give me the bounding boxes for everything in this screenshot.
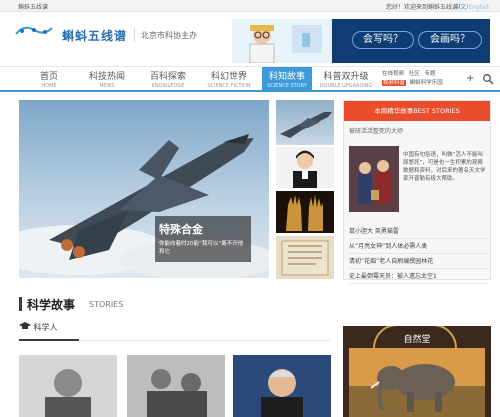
nav-item-knowledge[interactable]: 百科探索 KNOWLEDGE <box>142 67 194 91</box>
nav-sub-links: 在线视频 社区 专题 视频科普 蝌蚪科学乐园 <box>382 70 464 88</box>
banner-cartoon <box>232 19 332 63</box>
section-marker <box>19 297 22 311</box>
hero-caption[interactable]: 特殊合金 你能向着时20能“我可以”离不开他和它 <box>155 216 251 262</box>
top-bar: 蝌蚪五线谱 您好！欢迎来到蝌蚪五线谱！ 中文/English <box>0 0 500 12</box>
best-stories-panel: 本周精华故事BEST STORIES 被研活活整死的大师 中国有句俗语，叫做“活… <box>343 100 491 284</box>
list-item[interactable]: 清初“花痴”老人自刷编撰园林花 <box>349 254 487 269</box>
nature-hall-label: 自然堂 <box>403 335 431 345</box>
nav-label-en: NEWS <box>99 83 115 89</box>
banner-pill-draw: 会画吗？ <box>418 31 482 49</box>
nav-sub-topics[interactable]: 专题 <box>425 71 436 77</box>
nav-label-en: SCIENCE FICTION <box>207 83 251 89</box>
nav-sub-science-park[interactable]: 蝌蚪科学乐园 <box>410 80 443 86</box>
nav-label: 科技热闻 <box>88 72 125 82</box>
tab-scientists[interactable]: 科学人 <box>19 322 58 334</box>
nav-item-science-story[interactable]: 科知故事 SCIENCE STORY <box>262 67 312 91</box>
panel-story-list: 鼠小胆大 英勇猫雷 从“月亮女神”到人体必需人类 清初“花痴”老人自刷编撰园林花… <box>349 224 487 284</box>
list-item[interactable]: 鼠小胆大 英勇猫雷 <box>349 224 487 239</box>
graduation-cap-icon <box>19 322 31 329</box>
nav-sub-community[interactable]: 社区 <box>409 71 420 77</box>
thumbnail-manuscript[interactable] <box>276 236 334 279</box>
site-name[interactable]: 蝌蚪五线谱 <box>18 2 48 11</box>
section-title-en: STORIES <box>89 300 124 309</box>
list-item[interactable]: 史上最倒霉天员：被人遗忘太空1 <box>349 269 487 284</box>
list-item[interactable]: 从“月亮女神”到人体必需人类 <box>349 239 487 254</box>
nav-sub-online-video[interactable]: 在线视频 <box>382 71 404 77</box>
lang-en-link[interactable]: English <box>468 4 490 11</box>
banner-pill-write: 会写吗？ <box>352 31 414 49</box>
language-switch[interactable]: 中文/English <box>454 2 490 11</box>
nature-hall-card[interactable]: 自然堂 <box>343 326 491 417</box>
nav-label-en: KNOWLEDGE <box>151 83 185 89</box>
tab-label: 科学人 <box>33 323 58 332</box>
thumbnail-jet[interactable] <box>276 100 334 145</box>
hero-desc: 你能向着时20能“我可以”离不开他和它 <box>159 241 244 255</box>
hero-title[interactable]: 特殊合金 <box>159 221 247 237</box>
scientist-photo[interactable] <box>19 355 117 417</box>
nav-item-home[interactable]: 首页 HOME <box>30 67 68 91</box>
section-title: 科学故事 <box>27 298 76 312</box>
scientist-photo[interactable] <box>233 355 331 417</box>
hero-slide[interactable]: 特殊合金 你能向着时20能“我可以”离不开他和它 <box>19 100 269 278</box>
plus-icon[interactable]: + <box>466 73 474 84</box>
nav-label: 首页 <box>39 72 58 82</box>
search-icon[interactable] <box>482 73 494 85</box>
nav-label: 百科探索 <box>149 72 186 82</box>
thumbnail-portrait[interactable] <box>276 147 334 188</box>
nav-label: 科幻世界 <box>210 72 247 82</box>
logo-text[interactable]: 蝌蚪五线谱 <box>62 27 127 44</box>
panel-subtitle[interactable]: 被研活活整死的大师 <box>349 126 403 135</box>
panel-description: 中国有句俗语，叫做“活人不能叫尿憋死”，可是也一生积累的观察数据和资料，对后来的… <box>403 152 486 182</box>
thumbnail-hands[interactable] <box>276 191 334 233</box>
main-nav: 首页 HOME 科技热闻 NEWS 百科探索 KNOWLEDGE 科幻世界 SC… <box>0 66 500 92</box>
organizer-text: 北京市科协主办 <box>141 31 197 40</box>
scientist-photo[interactable] <box>127 355 225 417</box>
nav-label: 科普双升级 <box>323 72 369 82</box>
nav-label: 科知故事 <box>268 72 305 82</box>
panel-painting[interactable] <box>349 146 399 212</box>
nav-item-double-upgrading[interactable]: 科普双升级 DOUBLE UPGRADING <box>316 67 376 91</box>
lang-cn-link[interactable]: 中文 <box>454 4 466 11</box>
nav-sub-video-science[interactable]: 视频科普 <box>382 80 407 86</box>
nav-label-en: DOUBLE UPGRADING <box>319 83 373 89</box>
logo-icon[interactable] <box>14 22 54 42</box>
nav-item-news[interactable]: 科技热闻 NEWS <box>84 67 130 91</box>
greeting-text: 您好！欢迎来到蝌蚪五线谱！ <box>385 4 464 11</box>
panel-header: 本周精华故事BEST STORIES <box>344 101 490 121</box>
nav-item-science-fiction[interactable]: 科幻世界 SCIENCE FICTION <box>200 67 258 91</box>
nav-label-en: SCIENCE STORY <box>267 83 307 89</box>
logo-divider <box>134 28 135 42</box>
header-banner[interactable]: 会写吗？ 会画吗？ <box>232 19 490 63</box>
tab-active-underline <box>19 339 79 341</box>
nav-label-en: HOME <box>41 83 57 89</box>
